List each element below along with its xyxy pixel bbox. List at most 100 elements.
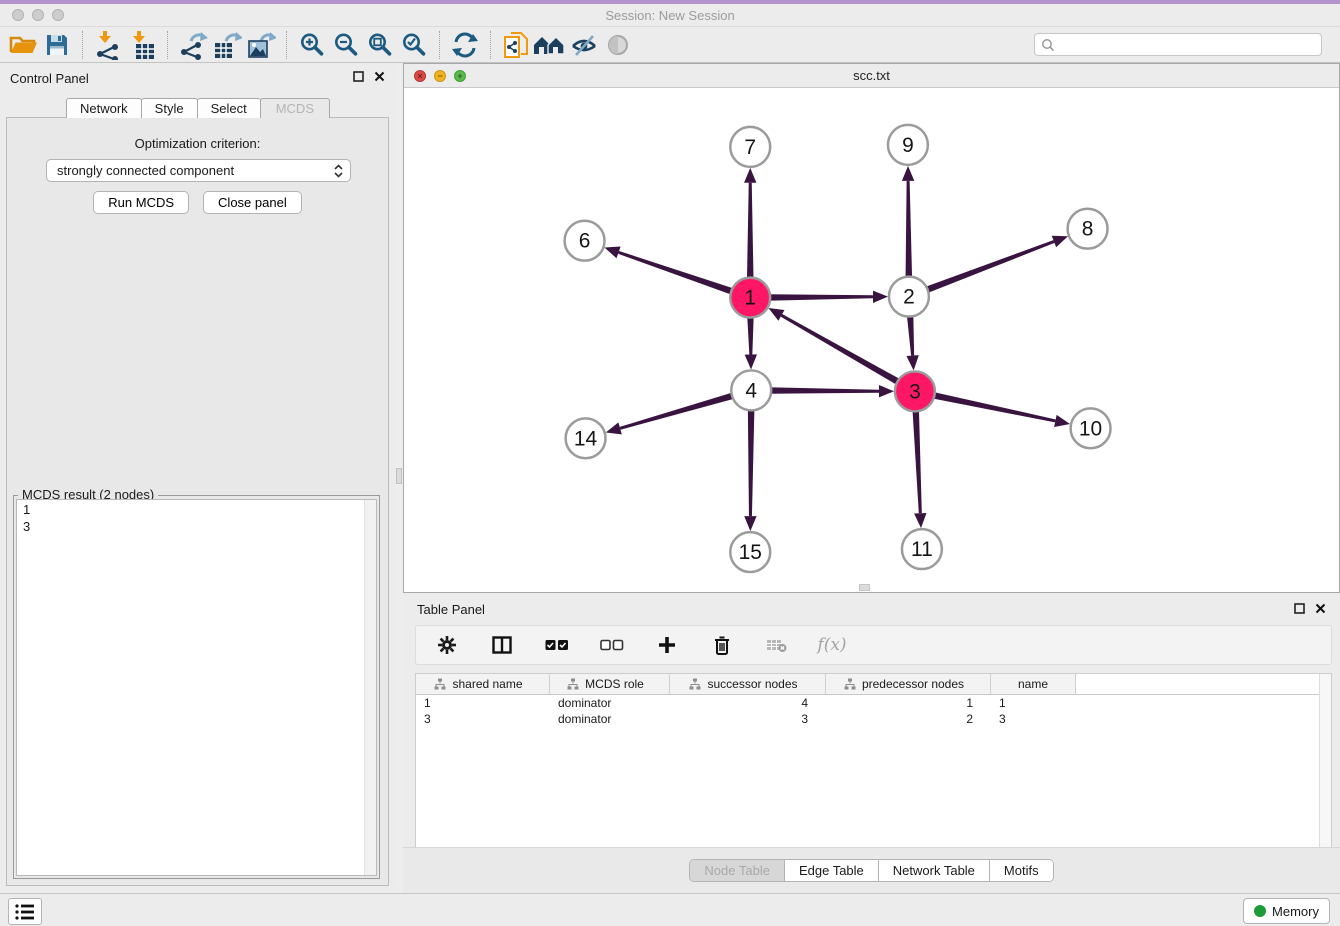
navigator-button[interactable] [601, 29, 635, 61]
function-builder-button[interactable]: f(x) [815, 629, 849, 661]
close-panel-button[interactable]: Close panel [203, 191, 302, 214]
float-panel-icon[interactable] [353, 71, 364, 82]
column-header-name[interactable]: name [991, 674, 1076, 694]
table-row[interactable]: 3dominator323 [416, 711, 1331, 727]
close-panel-icon[interactable] [374, 71, 385, 82]
tab-network-table[interactable]: Network Table [878, 860, 989, 881]
table-cell[interactable]: 1 [991, 696, 1076, 710]
memory-status-dot [1254, 905, 1266, 917]
table-cell[interactable]: 3 [416, 712, 550, 726]
memory-button[interactable]: Memory [1243, 898, 1330, 924]
search-input[interactable] [1055, 37, 1315, 53]
table-cell[interactable]: dominator [550, 712, 670, 726]
delete-table-button[interactable] [760, 629, 794, 661]
graph-edge-2-8[interactable] [924, 236, 1068, 294]
graph-node-7[interactable]: 7 [730, 127, 770, 167]
graph-node-10[interactable]: 10 [1071, 408, 1111, 448]
column-header-MCDS-role[interactable]: MCDS role [550, 674, 670, 694]
gear-icon [437, 635, 457, 655]
graph-edge-3-1[interactable] [768, 308, 901, 386]
edge-body [931, 392, 1056, 423]
tab-edge-table[interactable]: Edge Table [784, 860, 878, 881]
table-row[interactable]: 1dominator411 [416, 695, 1331, 711]
table-cell[interactable]: 1 [416, 696, 550, 710]
table-cell[interactable]: 2 [826, 712, 991, 726]
import-network-button[interactable] [91, 29, 125, 61]
criterion-dropdown[interactable]: strongly connected component [46, 159, 351, 182]
graph-node-8[interactable]: 8 [1068, 209, 1108, 249]
float-panel-icon[interactable] [1294, 603, 1305, 614]
save-session-button[interactable] [40, 29, 74, 61]
graph-edge-1-6[interactable] [604, 246, 735, 295]
home-button[interactable] [533, 29, 567, 61]
graph-node-6[interactable]: 6 [565, 221, 605, 261]
table-settings-button[interactable] [430, 629, 464, 661]
toggle-graphics-details-button[interactable] [567, 29, 601, 61]
table-cell[interactable]: 1 [826, 696, 991, 710]
run-mcds-button[interactable]: Run MCDS [93, 191, 189, 214]
vertical-splitter[interactable] [395, 63, 403, 893]
table-cell[interactable]: 3 [670, 712, 826, 726]
column-header-predecessor-nodes[interactable]: predecessor nodes [826, 674, 991, 694]
tab-network[interactable]: Network [66, 98, 142, 118]
node-label: 14 [574, 427, 598, 450]
graph-edge-1-4[interactable] [745, 315, 757, 370]
graph-node-14[interactable]: 14 [566, 418, 606, 458]
tab-mcds[interactable]: MCDS [260, 98, 330, 118]
table-cell[interactable]: 4 [670, 696, 826, 710]
column-header-successor-nodes[interactable]: successor nodes [670, 674, 826, 694]
graph-edge-4-3[interactable] [768, 385, 894, 397]
import-table-button[interactable] [125, 29, 159, 61]
close-panel-icon[interactable] [1315, 603, 1326, 614]
tab-style[interactable]: Style [141, 98, 198, 118]
graph-edge-2-3[interactable] [906, 313, 918, 370]
graph-edge-3-10[interactable] [931, 392, 1070, 427]
graph-edge-2-9[interactable] [902, 166, 914, 280]
zoom-selected-button[interactable] [397, 29, 431, 61]
refresh-button[interactable] [448, 29, 482, 61]
export-image-button[interactable] [244, 29, 278, 61]
zoom-in-button[interactable] [295, 29, 329, 61]
graph-edge-1-7[interactable] [744, 168, 756, 281]
graph-edge-4-14[interactable] [606, 392, 736, 434]
select-all-button[interactable] [540, 629, 574, 661]
splitter-grip[interactable] [396, 468, 402, 484]
graph-node-4[interactable]: 4 [731, 370, 771, 410]
column-header-shared-name[interactable]: shared name [416, 674, 550, 694]
graph-node-3[interactable]: 3 [895, 371, 935, 411]
table-cell[interactable]: dominator [550, 696, 670, 710]
export-table-button[interactable] [210, 29, 244, 61]
canvas-scroll-nub[interactable] [859, 584, 870, 591]
graph-node-11[interactable]: 11 [902, 529, 942, 569]
graph-node-15[interactable]: 15 [730, 532, 770, 572]
export-network-button[interactable] [176, 29, 210, 61]
add-row-button[interactable] [650, 629, 684, 661]
tab-motifs[interactable]: Motifs [989, 860, 1053, 881]
table-scrollbar[interactable] [1319, 674, 1331, 847]
graph-edge-1-2[interactable] [767, 291, 888, 303]
delete-row-button[interactable] [705, 629, 739, 661]
home-icon [533, 32, 567, 58]
search-box[interactable] [1034, 33, 1322, 56]
zoom-fit-button[interactable] [363, 29, 397, 61]
open-file-button[interactable] [6, 29, 40, 61]
graph-node-9[interactable]: 9 [888, 125, 928, 165]
graph-edge-3-11[interactable] [912, 408, 926, 528]
mcds-result-area[interactable]: 13 [16, 499, 377, 876]
task-history-button[interactable] [8, 898, 42, 925]
zoom-out-button[interactable] [329, 29, 363, 61]
split-view-button[interactable] [485, 629, 519, 661]
tab-node-table[interactable]: Node Table [690, 860, 784, 881]
graph-node-1[interactable]: 1 [730, 278, 770, 318]
result-scrollbar[interactable] [364, 500, 376, 875]
deselect-all-button[interactable] [595, 629, 629, 661]
network-canvas[interactable]: 7 9 6 8 1 2 4 3 14 10 15 11 [404, 88, 1339, 592]
tab-select[interactable]: Select [197, 98, 261, 118]
graph-edge-4-15[interactable] [744, 407, 756, 531]
zoom-fit-icon [366, 31, 394, 59]
table-cell[interactable]: 3 [991, 712, 1076, 726]
graph-node-2[interactable]: 2 [889, 277, 929, 317]
network-window-titlebar[interactable]: × − + scc.txt [404, 64, 1339, 88]
clone-network-button[interactable] [499, 29, 533, 61]
network-view-window: × − + scc.txt 7 9 6 8 1 2 4 3 14 10 15 11 [403, 63, 1340, 593]
